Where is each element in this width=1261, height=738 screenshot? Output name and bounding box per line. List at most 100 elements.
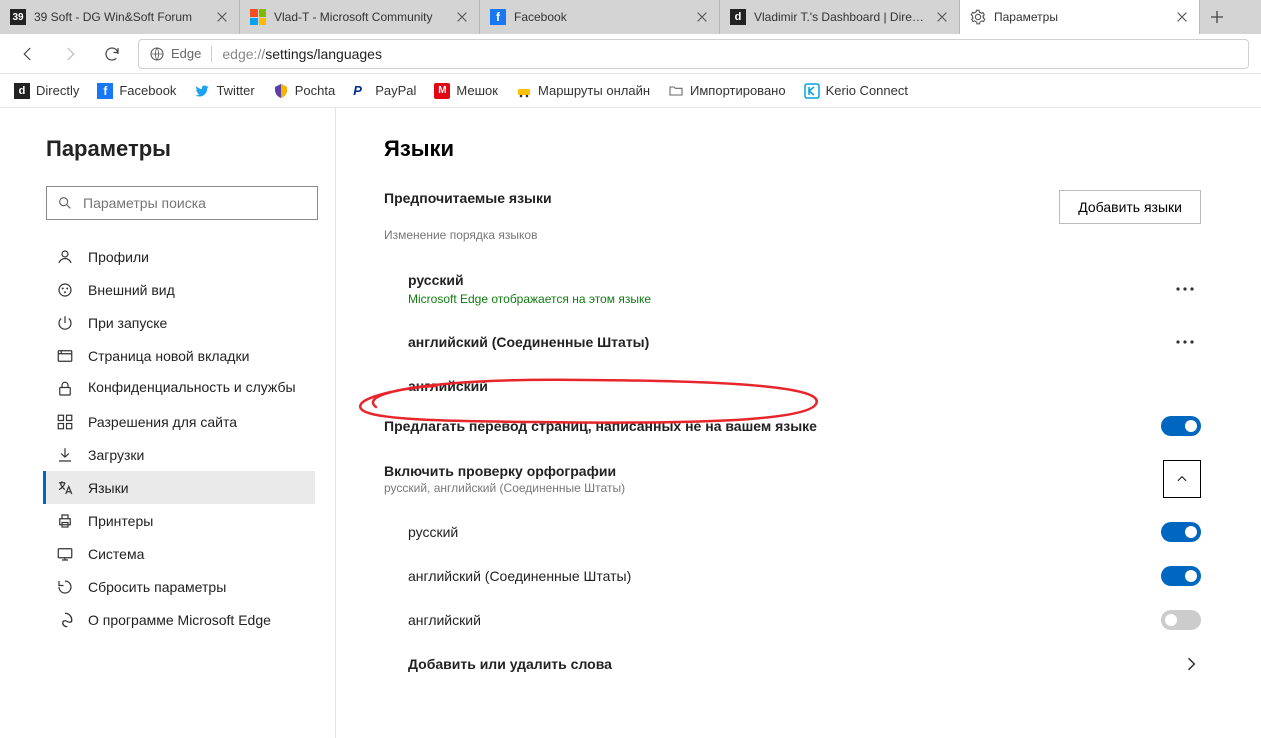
sidebar-item-downloads[interactable]: Загрузки [43,438,315,471]
tab-label: 39 Soft - DG Win&Soft Forum [34,10,209,24]
printer-icon [56,512,74,530]
language-name: русский [408,272,1169,288]
close-icon[interactable] [695,10,709,24]
spellcheck-lang-row: русский [384,510,1201,554]
tab-active[interactable]: Параметры [960,0,1200,34]
refresh-button[interactable] [96,38,128,70]
translate-setting-row: Предлагать перевод страниц, написанных н… [384,404,1201,448]
lock-icon [56,380,74,398]
arrow-left-icon [19,45,37,63]
sidebar-item-newtab[interactable]: Страница новой вкладки [43,339,315,372]
more-icon [1176,340,1194,344]
favicon-facebook: f [490,9,506,25]
main-panel: Языки Предпочитаемые языки Добавить язык… [336,108,1261,738]
favicon-directly: d [14,83,30,99]
appearance-icon [56,281,74,299]
bookmark-routes[interactable]: Маршруты онлайн [516,83,650,99]
sidebar-item-printers[interactable]: Принтеры [43,504,315,537]
language-more-button[interactable] [1169,273,1201,305]
tab-label: Параметры [994,10,1169,24]
profile-icon [56,248,74,266]
language-name: английский (Соединенные Штаты) [408,334,1169,350]
sidebar-item-about[interactable]: О программе Microsoft Edge [43,603,315,636]
power-icon [56,314,74,332]
favicon-meshok: M [434,83,450,99]
tab-label: Vladimir T.'s Dashboard | Directly [754,10,929,24]
edge-icon [149,46,165,62]
gear-icon [970,9,986,25]
favicon-directly: d [730,9,746,25]
sidebar-item-reset[interactable]: Сбросить параметры [43,570,315,603]
custom-dictionary-row[interactable]: Добавить или удалить слова [384,642,1201,686]
spellcheck-lang-toggle[interactable] [1161,522,1201,542]
sidebar-item-appearance[interactable]: Внешний вид [43,273,315,306]
sidebar-title: Параметры [46,136,315,162]
sidebar-nav: Профили Внешний вид При запуске Страница… [46,240,315,636]
back-button[interactable] [12,38,44,70]
chevron-up-icon [1175,472,1189,486]
language-icon [56,479,74,497]
content: Параметры Профили Внешний вид При запуск… [0,108,1261,738]
favicon-microsoft [250,9,266,25]
system-icon [56,545,74,563]
tab[interactable]: Vlad-T - Microsoft Community [240,0,480,34]
sidebar-item-profiles[interactable]: Профили [43,240,315,273]
favicon-twitter [194,83,210,99]
sidebar-item-system[interactable]: Система [43,537,315,570]
sidebar-item-languages[interactable]: Языки [43,471,315,504]
bookmark-meshok[interactable]: MМешок [434,83,498,99]
spellcheck-collapse-button[interactable] [1163,460,1201,498]
new-tab-button[interactable] [1200,0,1234,34]
language-more-button[interactable] [1169,326,1201,358]
forward-button[interactable] [54,38,86,70]
refresh-icon [103,45,121,63]
language-row: английский (Соединенные Штаты) [384,316,1201,368]
tab[interactable]: d Vladimir T.'s Dashboard | Directly [720,0,960,34]
sidebar-item-permissions[interactable]: Разрешения для сайта [43,405,315,438]
settings-sidebar: Параметры Профили Внешний вид При запуск… [0,108,336,738]
download-icon [56,446,74,464]
bookmark-kerio[interactable]: Kerio Connect [804,83,908,99]
plus-icon [1209,9,1225,25]
page-heading: Языки [384,136,1201,162]
edge-logo-icon [56,611,74,629]
close-icon[interactable] [935,10,949,24]
tab[interactable]: 39 39 Soft - DG Win&Soft Forum [0,0,240,34]
settings-search[interactable] [46,186,318,220]
bookmark-imported[interactable]: Импортировано [668,83,786,99]
search-input[interactable] [83,195,307,211]
bookmark-directly[interactable]: dDirectly [14,83,79,99]
address-bar[interactable]: Edge edge://settings/languages [138,39,1249,69]
language-name: английский [408,378,1201,394]
spellcheck-title: Включить проверку орфографии [384,463,1163,479]
language-row: английский [384,368,1201,404]
edge-identity: Edge [149,46,201,62]
spellcheck-lang-toggle[interactable] [1161,566,1201,586]
bookmark-twitter[interactable]: Twitter [194,83,254,99]
permissions-icon [56,413,74,431]
sidebar-item-privacy[interactable]: Конфиденциальность и службы [43,372,315,405]
bookmark-pochta[interactable]: Pochta [273,83,335,99]
spellcheck-lang-row: английский (Соединенные Штаты) [384,554,1201,598]
add-languages-button[interactable]: Добавить языки [1059,190,1201,224]
favicon-paypal: P [353,83,369,99]
sidebar-item-startup[interactable]: При запуске [43,306,315,339]
close-icon[interactable] [455,10,469,24]
spellcheck-setting-row: Включить проверку орфографии русский, ан… [384,448,1201,510]
custom-dictionary-label: Добавить или удалить слова [408,656,1181,672]
translate-toggle[interactable] [1161,416,1201,436]
bookmark-paypal[interactable]: PPayPal [353,83,416,99]
close-icon[interactable] [215,10,229,24]
bookmark-facebook[interactable]: fFacebook [97,83,176,99]
tab[interactable]: f Facebook [480,0,720,34]
favicon-routes [516,83,532,99]
spellcheck-lang-name: русский [408,524,1161,540]
close-icon[interactable] [1175,10,1189,24]
chevron-right-icon [1181,654,1201,674]
spellcheck-lang-row: английский [384,598,1201,642]
address-url: edge://settings/languages [222,46,382,62]
arrow-right-icon [61,45,79,63]
spellcheck-lang-toggle[interactable] [1161,610,1201,630]
language-row: русский Microsoft Edge отображается на э… [384,262,1201,316]
toolbar: Edge edge://settings/languages [0,34,1261,74]
